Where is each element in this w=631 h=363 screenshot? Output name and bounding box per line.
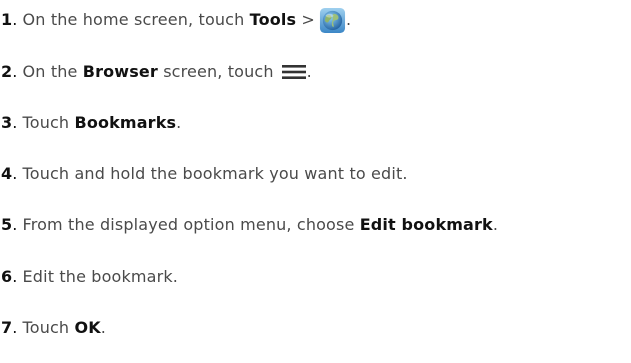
step-number-dot: . — [12, 164, 18, 183]
step-2: 2. On the Browser screen, touch . — [1, 57, 312, 87]
step-3: 3. Touch Bookmarks . — [1, 108, 181, 138]
step-text: On the home screen, touch — [22, 10, 250, 29]
step-number: 4 — [1, 164, 13, 183]
step-text: On the — [22, 62, 83, 81]
step-text: Touch — [22, 113, 75, 132]
step-number-dot: . — [12, 215, 18, 234]
step-number: 1 — [1, 10, 13, 29]
step-emphasis-browser: Browser — [82, 62, 158, 81]
step-emphasis-bookmarks: Bookmarks — [74, 113, 177, 132]
step-text-after: > — [296, 10, 315, 29]
step-end: . — [306, 62, 312, 81]
menu-icon — [281, 65, 306, 79]
step-text: Touch — [22, 318, 75, 337]
step-end: . — [176, 113, 182, 132]
step-text-after: screen, touch — [157, 62, 274, 81]
step-text: Edit the bookmark. — [22, 267, 178, 286]
step-number-dot: . — [12, 62, 18, 81]
step-number-dot: . — [12, 10, 18, 29]
step-text: Touch and hold the bookmark you want to … — [22, 164, 408, 183]
step-1: 1. On the home screen, touch Tools > . — [1, 5, 351, 35]
step-number-dot: . — [12, 267, 18, 286]
step-end: . — [492, 215, 499, 234]
step-end: . — [345, 10, 352, 29]
step-number-dot: . — [12, 318, 18, 337]
step-number: 6 — [1, 267, 13, 286]
step-number: 7 — [1, 318, 13, 337]
step-number: 2 — [1, 62, 13, 81]
step-number: 3 — [1, 113, 13, 132]
step-5: 5. From the displayed option menu, choos… — [1, 210, 498, 240]
step-emphasis-tools: Tools — [249, 10, 297, 29]
instruction-steps: 1. On the home screen, touch Tools > . 2… — [0, 0, 631, 363]
step-end: . — [100, 318, 107, 337]
browser-globe-icon — [319, 7, 346, 33]
step-number-dot: . — [12, 113, 18, 132]
step-4: 4. Touch and hold the bookmark you want … — [1, 159, 408, 189]
step-emphasis-edit-bookmark: Edit bookmark — [359, 215, 493, 234]
step-7: 7. Touch OK . — [1, 313, 106, 343]
step-text: From the displayed option menu, choose — [22, 215, 360, 234]
step-emphasis-ok: OK — [74, 318, 101, 337]
step-number: 5 — [1, 215, 13, 234]
step-6: 6. Edit the bookmark. — [1, 262, 178, 292]
